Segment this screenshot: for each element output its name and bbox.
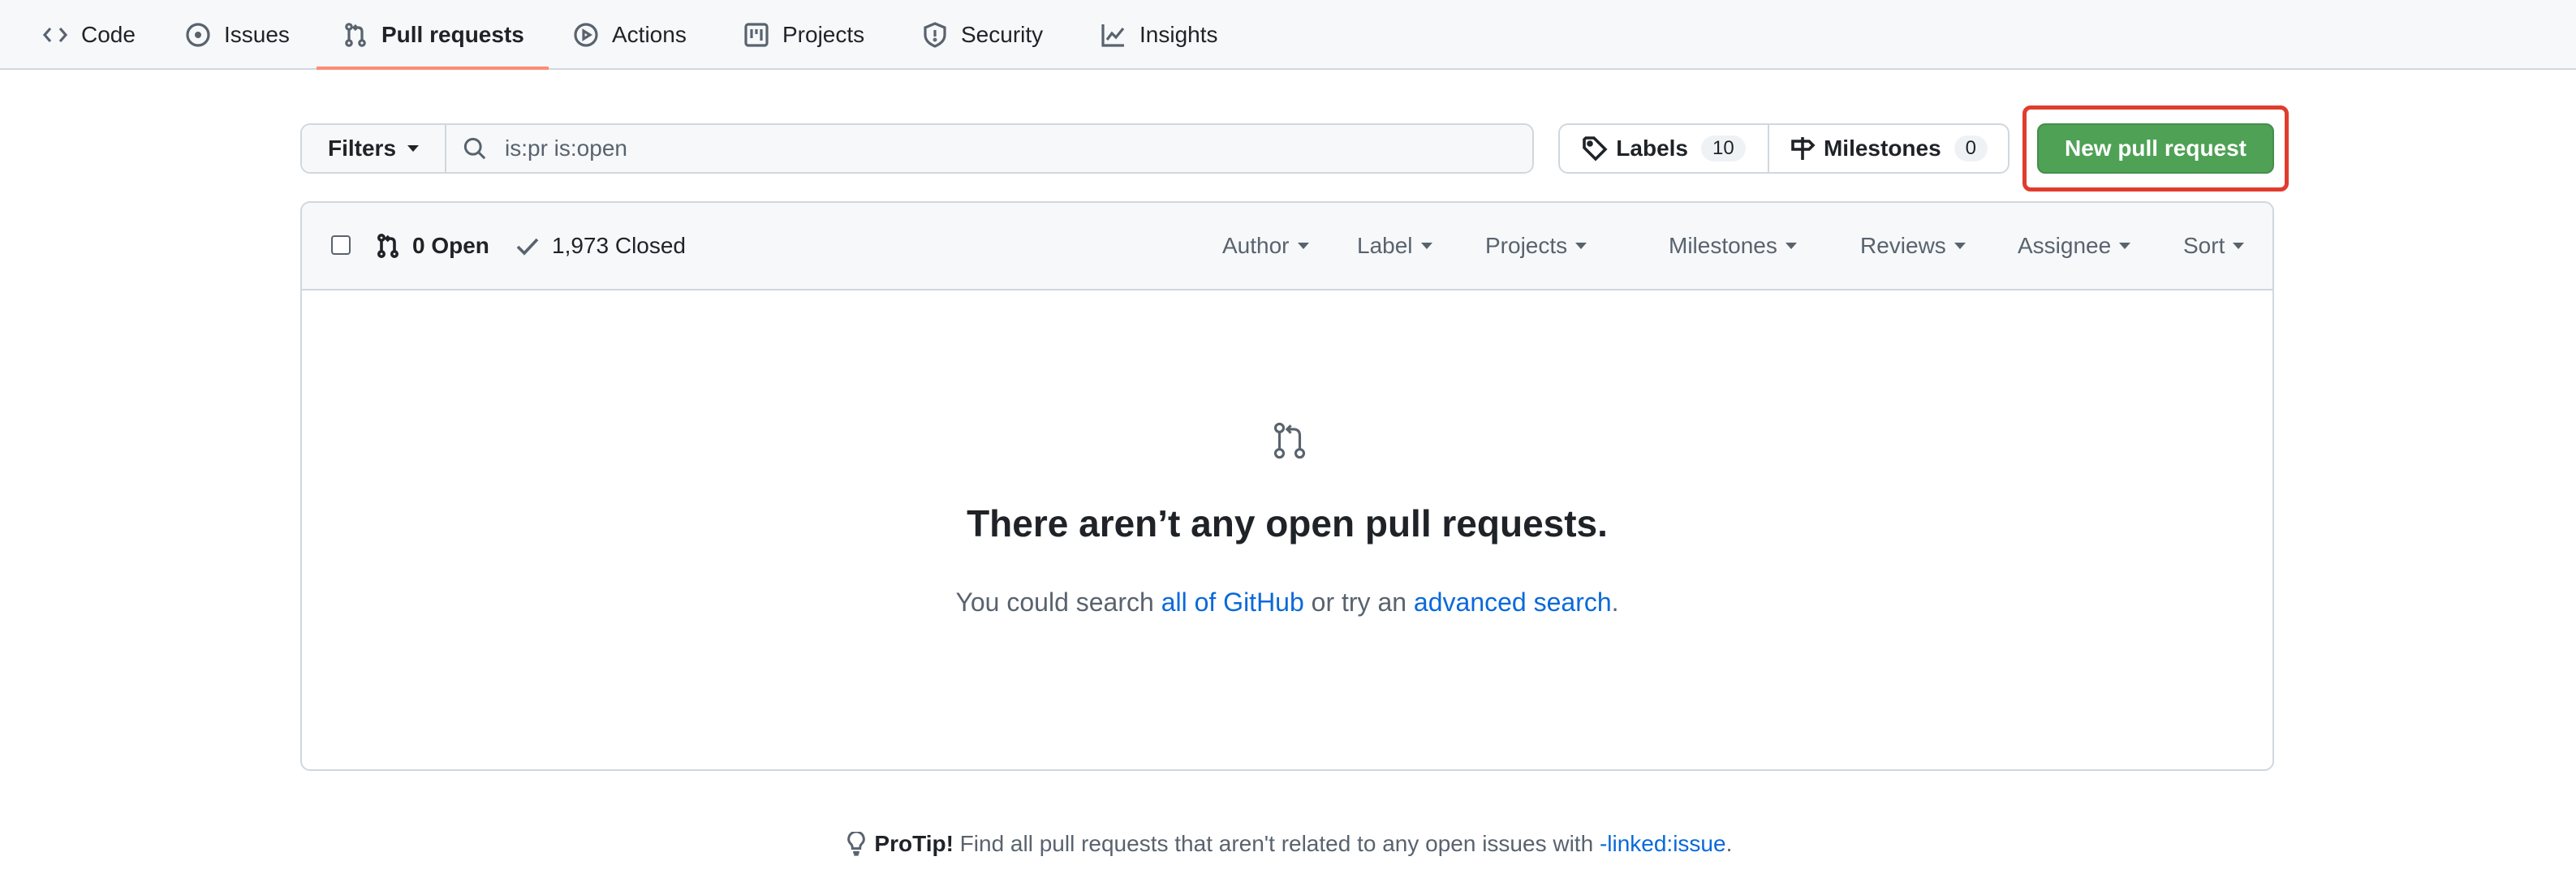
- project-icon: [744, 23, 769, 47]
- linked-issue-link[interactable]: -linked:issue: [1600, 831, 1726, 856]
- tag-icon: [1583, 136, 1608, 161]
- milestones-button[interactable]: Milestones 0: [1769, 125, 2008, 172]
- tab-actions[interactable]: Actions: [573, 0, 687, 70]
- tab-code-label: Code: [81, 22, 136, 47]
- shield-icon: [924, 22, 946, 48]
- active-tab-underline: [317, 67, 549, 70]
- labels-milestones-group: Labels 10 Milestones 0: [1558, 123, 2010, 174]
- protip: ProTip! Find all pull requests that aren…: [0, 830, 2576, 857]
- milestones-dd-label: Milestones: [1669, 233, 1777, 258]
- author-dropdown[interactable]: Author: [1222, 203, 1309, 289]
- projects-dropdown[interactable]: Projects: [1485, 203, 1587, 289]
- labels-count: 10: [1701, 136, 1746, 161]
- assignee-dropdown[interactable]: Assignee: [2018, 203, 2131, 289]
- protip-text: Find all pull requests that aren't relat…: [953, 831, 1600, 856]
- play-icon: [574, 23, 598, 47]
- chevron-down-icon: [1785, 243, 1797, 249]
- open-filter-link[interactable]: 0 Open: [375, 203, 489, 289]
- reviews-dropdown[interactable]: Reviews: [1860, 203, 1966, 289]
- filters-label: Filters: [327, 136, 397, 161]
- tab-security[interactable]: Security: [922, 0, 1043, 70]
- chevron-down-icon: [1954, 243, 1966, 249]
- milestones-label: Milestones: [1823, 136, 1941, 161]
- list-header: 0 Open 1,973 Closed Author Label Project…: [302, 203, 2272, 291]
- advanced-search-link[interactable]: advanced search: [1414, 588, 1612, 617]
- tab-pull-requests-label: Pull requests: [381, 22, 524, 47]
- pull-request-list: 0 Open 1,973 Closed Author Label Project…: [300, 201, 2274, 771]
- tab-projects-label: Projects: [782, 22, 865, 47]
- filter-bar: Filters: [300, 123, 1534, 174]
- all-of-github-link[interactable]: all of GitHub: [1161, 588, 1304, 617]
- issue-icon: [186, 23, 210, 47]
- blankslate-description: You could search all of GitHub or try an…: [302, 588, 2272, 618]
- chevron-down-icon: [2233, 243, 2245, 249]
- filters-button[interactable]: Filters: [302, 125, 446, 172]
- sort-label: Sort: [2183, 233, 2225, 258]
- blankslate-prefix: You could search: [955, 588, 1161, 617]
- repo-nav: Code Issues Pull requests Actions Projec…: [0, 0, 2576, 70]
- tab-projects[interactable]: Projects: [743, 0, 864, 70]
- blankslate-title: There aren’t any open pull requests.: [967, 502, 1608, 544]
- tab-issues-label: Issues: [224, 22, 290, 47]
- tab-security-label: Security: [961, 22, 1044, 47]
- labels-button[interactable]: Labels 10: [1560, 125, 1769, 172]
- select-all-checkbox[interactable]: [331, 235, 351, 255]
- label-label: Label: [1357, 233, 1413, 258]
- protip-suffix: .: [1725, 831, 1733, 856]
- light-bulb-icon: [846, 830, 865, 856]
- reviews-label: Reviews: [1860, 233, 1946, 258]
- search-icon: [463, 137, 486, 160]
- closed-count: 1,973 Closed: [552, 233, 687, 258]
- milestones-dropdown[interactable]: Milestones: [1669, 203, 1797, 289]
- blankslate-suffix: .: [1611, 588, 1619, 617]
- pull-request-icon: [345, 23, 366, 47]
- closed-filter-link[interactable]: 1,973 Closed: [515, 203, 686, 289]
- chevron-down-icon: [1420, 243, 1432, 249]
- graph-icon: [1101, 24, 1125, 47]
- pull-request-icon: [377, 233, 398, 258]
- open-count: 0 Open: [412, 233, 489, 258]
- labels-label: Labels: [1616, 136, 1688, 161]
- tab-insights-label: Insights: [1139, 22, 1218, 47]
- code-icon: [42, 27, 68, 43]
- tab-pull-requests[interactable]: Pull requests: [342, 0, 524, 70]
- label-dropdown[interactable]: Label: [1357, 203, 1432, 289]
- new-pull-request-button[interactable]: New pull request: [2037, 123, 2274, 174]
- pull-request-icon: [1273, 422, 1306, 459]
- search-input[interactable]: [503, 135, 1480, 162]
- tab-issues[interactable]: Issues: [185, 0, 290, 70]
- tab-actions-label: Actions: [612, 22, 687, 47]
- tab-insights[interactable]: Insights: [1101, 0, 1218, 70]
- chevron-down-icon: [1297, 243, 1309, 249]
- milestone-icon: [1791, 137, 1816, 160]
- author-label: Author: [1222, 233, 1290, 258]
- milestones-count: 0: [1954, 136, 1988, 161]
- tab-code[interactable]: Code: [42, 0, 136, 70]
- chevron-down-icon: [2119, 243, 2131, 249]
- chevron-down-icon: [407, 145, 420, 152]
- assignee-label: Assignee: [2018, 233, 2112, 258]
- blankslate-middle: or try an: [1303, 588, 1414, 617]
- protip-label: ProTip!: [874, 831, 954, 856]
- check-icon: [516, 238, 539, 256]
- chevron-down-icon: [1575, 243, 1587, 249]
- projects-label: Projects: [1485, 233, 1568, 258]
- search-wrap: [446, 125, 1532, 172]
- sort-dropdown[interactable]: Sort: [2183, 203, 2245, 289]
